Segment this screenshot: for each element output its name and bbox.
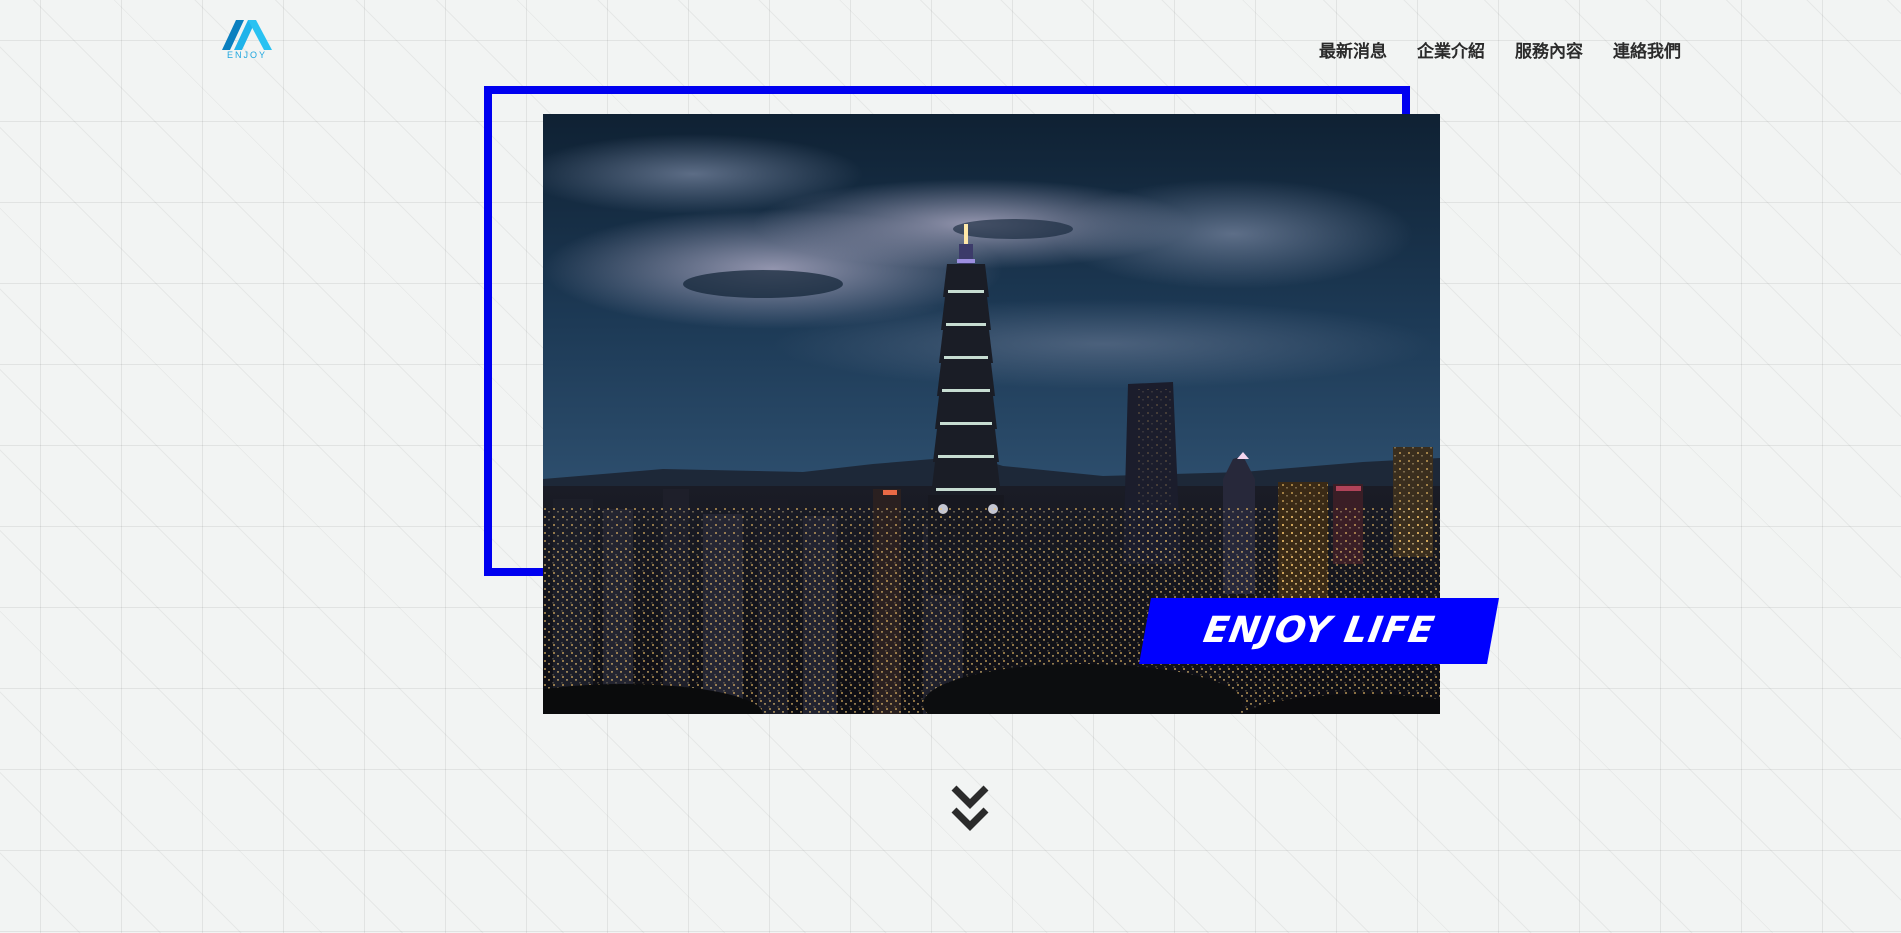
nav-item-contact[interactable]: 連絡我們 bbox=[1613, 40, 1681, 64]
logo-text: ENJOY bbox=[226, 50, 267, 60]
nav-item-services[interactable]: 服務內容 bbox=[1515, 40, 1583, 64]
main-nav: 最新消息 企業介紹 服務內容 連絡我們 bbox=[1289, 40, 1681, 64]
brand-logo[interactable]: ENJOY bbox=[222, 20, 272, 62]
badge-text: ENJOY LIFE bbox=[1200, 610, 1438, 651]
double-chevron-down-icon[interactable] bbox=[950, 782, 990, 834]
chevron-down-icon bbox=[951, 785, 989, 831]
enjoy-life-badge: ENJOY LIFE bbox=[1139, 598, 1499, 664]
logo-icon bbox=[222, 20, 272, 50]
nav-item-about[interactable]: 企業介紹 bbox=[1417, 40, 1485, 64]
nav-item-news[interactable]: 最新消息 bbox=[1319, 40, 1387, 64]
